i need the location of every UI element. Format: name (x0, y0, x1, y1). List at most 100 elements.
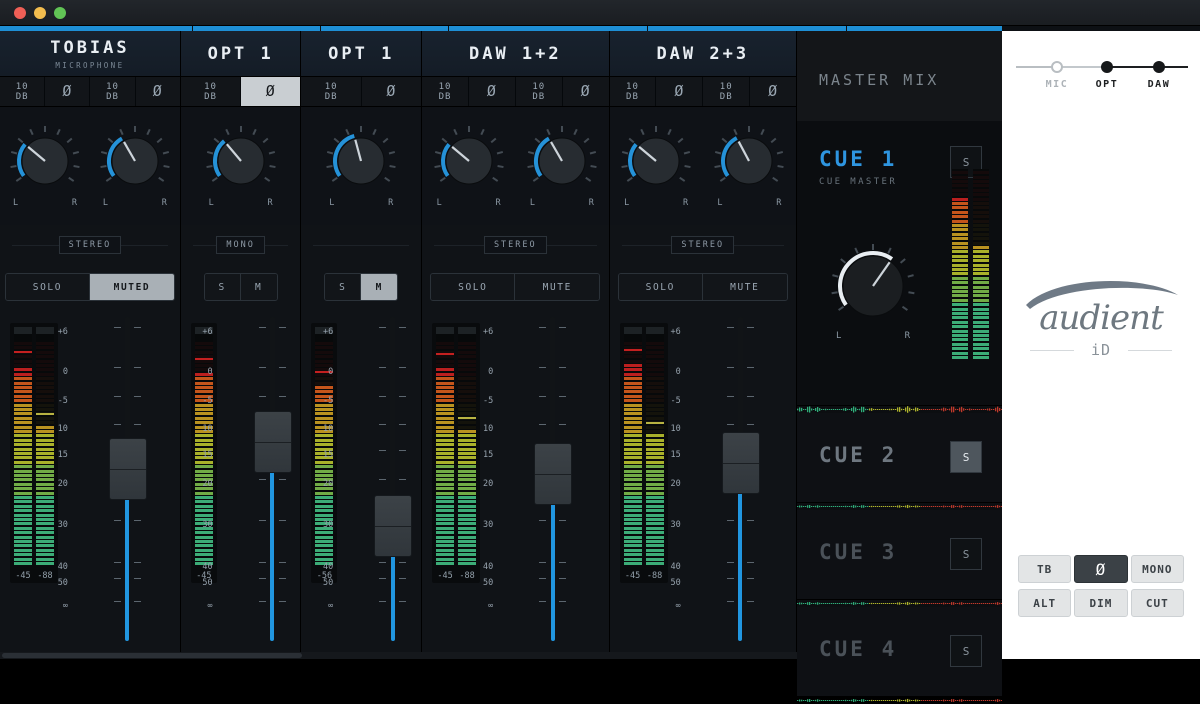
source-dot-opt[interactable] (1101, 61, 1113, 73)
channel-header: DAW 2+3 (609, 31, 796, 77)
channel-title[interactable]: TOBIAS MICROPHONE (0, 31, 180, 76)
mute-button[interactable]: M (240, 274, 277, 300)
monitor-button-tb[interactable]: TB (1018, 555, 1072, 583)
phase-invert-button[interactable]: Ø (469, 77, 516, 106)
fader-handle[interactable] (721, 432, 760, 495)
pan-knob-cell[interactable]: LR (610, 125, 703, 208)
cue-solo-button[interactable]: S (950, 538, 982, 570)
cue-solo-button[interactable]: S (950, 635, 982, 667)
channel-fader[interactable]: +6 0 -5 10 15 20 30 40 50 ∞ (58, 317, 158, 641)
source-label-daw[interactable]: DAW (1148, 79, 1171, 90)
monitor-button-phase[interactable]: Ø (1074, 555, 1128, 583)
monitor-button-cut[interactable]: CUT (1130, 589, 1184, 617)
source-dot-mic[interactable] (1051, 61, 1063, 73)
gain-button[interactable]: 10 DB (181, 77, 242, 106)
mute-button[interactable]: MUTE (702, 274, 787, 300)
channel-title[interactable]: OPT 1 (301, 31, 421, 76)
link-mode-button[interactable]: MONO (216, 236, 265, 254)
pan-knob-cell[interactable]: LR (90, 125, 180, 208)
source-dot-daw[interactable] (1153, 61, 1165, 73)
channel-fader[interactable]: +6 0 -5 10 15 20 30 40 50 ∞ (202, 317, 303, 641)
phase-invert-button[interactable]: Ø (241, 77, 301, 106)
monitor-button-alt[interactable]: ALT (1018, 589, 1072, 617)
minimize-icon[interactable] (34, 7, 46, 19)
channel-fader[interactable]: +6 0 -5 10 15 20 30 40 50 ∞ (323, 317, 423, 641)
pan-knob[interactable] (99, 125, 171, 197)
window-controls[interactable] (14, 7, 66, 19)
meters-faders-row: -45 -88 +6 0 -5 10 15 20 30 40 50 ∞ (610, 309, 796, 659)
cue-row-2[interactable]: CUE 2 S (797, 413, 1002, 503)
channel-fader[interactable]: +6 0 -5 10 15 20 30 40 50 ∞ (483, 317, 583, 641)
cue-row-4[interactable]: CUE 4 S (797, 607, 1002, 697)
fader-handle[interactable] (253, 411, 292, 474)
cue-master-knob[interactable] (830, 243, 916, 329)
gain-button[interactable]: 10 DB (301, 77, 362, 106)
link-mode-button[interactable]: STEREO (671, 236, 735, 254)
pan-knob-cell[interactable]: LR (515, 125, 608, 208)
source-label-mic[interactable]: MIC (1046, 79, 1069, 90)
fader-tick-label: 20 (670, 479, 681, 489)
pan-knob-cell[interactable]: LR (0, 125, 90, 208)
phase-invert-button[interactable]: Ø (362, 77, 421, 106)
cue-row-3[interactable]: CUE 3 S (797, 510, 1002, 600)
source-selector[interactable]: MIC OPT DAW (1002, 49, 1200, 101)
phase-invert-button[interactable]: Ø (656, 77, 704, 106)
gain-button[interactable]: 10 DB (703, 77, 751, 106)
pan-knob[interactable] (9, 125, 81, 197)
gain-button[interactable]: 10 DB (422, 77, 469, 106)
close-icon[interactable] (14, 7, 26, 19)
phase-invert-button[interactable]: Ø (136, 77, 180, 106)
mute-button[interactable]: MUTE (515, 274, 600, 300)
gain-button[interactable]: 10 DB (516, 77, 563, 106)
pan-knob[interactable] (526, 125, 598, 197)
cue-row-1[interactable]: CUE 1 CUE MASTER S L R (797, 121, 1002, 406)
solo-button[interactable]: S (325, 274, 362, 300)
fader-tick-label: 40 (202, 561, 213, 572)
pan-knob[interactable] (205, 125, 277, 197)
pan-knob[interactable] (713, 125, 785, 197)
channel-title[interactable]: DAW 1+2 (422, 31, 608, 76)
cue-solo-button[interactable]: S (950, 441, 982, 473)
zoom-icon[interactable] (54, 7, 66, 19)
channel-title[interactable]: DAW 2+3 (610, 31, 796, 76)
mute-button[interactable]: M (361, 274, 398, 300)
pan-lr-labels: LR (102, 197, 167, 208)
solo-button[interactable]: SOLO (618, 274, 703, 300)
mute-button[interactable]: MUTED (89, 274, 174, 300)
pan-knob-cell[interactable]: LR (703, 125, 796, 208)
gain-button[interactable]: 10 DB (0, 77, 46, 106)
fader-handle[interactable] (374, 495, 413, 558)
horizontal-scrollbar[interactable] (0, 652, 797, 659)
source-label-opt[interactable]: OPT (1096, 79, 1119, 90)
pan-knob-cell[interactable]: LR (181, 125, 301, 208)
gain-button[interactable]: 10 DB (610, 77, 657, 106)
pan-knob-cell[interactable]: LR (422, 125, 515, 208)
fader-tick-label: 40 (670, 561, 681, 572)
pan-knob[interactable] (325, 125, 397, 197)
monitor-button-mono[interactable]: MONO (1130, 555, 1184, 583)
fader-handle[interactable] (534, 442, 573, 505)
solo-button[interactable]: S (204, 274, 241, 300)
solo-button[interactable]: SOLO (431, 274, 516, 300)
link-mode-button[interactable]: STEREO (58, 236, 122, 254)
monitor-button-dim[interactable]: DIM (1074, 589, 1128, 617)
pan-knob-cell[interactable]: LR (301, 125, 421, 208)
scrollbar-thumb[interactable] (2, 653, 302, 658)
phase-invert-button[interactable]: Ø (45, 77, 91, 106)
link-row (301, 225, 421, 265)
channel-strip-opt1-b: OPT 1 10 DB Ø L R S M -56 +6 0 -5 10 15 20 30 40 50 ∞ (301, 31, 423, 659)
channel-fader[interactable]: +6 0 -5 10 15 20 30 40 50 ∞ (671, 317, 771, 641)
fader-handle[interactable] (108, 437, 147, 500)
app-body: TOBIAS MICROPHONE 10 DB Ø 10 DB Ø L R L R STEREO SOLO… (0, 26, 1200, 703)
channel-title[interactable]: OPT 1 (181, 31, 301, 76)
link-mode-button[interactable]: STEREO (483, 236, 547, 254)
pan-knob[interactable] (620, 125, 692, 197)
pan-knob[interactable] (433, 125, 505, 197)
phase-invert-button[interactable]: Ø (563, 77, 609, 106)
fader-tick-label: ∞ (675, 600, 681, 611)
level-meter: -45 (436, 327, 455, 581)
phase-invert-button[interactable]: Ø (750, 77, 796, 106)
gain-button[interactable]: 10 DB (90, 77, 136, 106)
link-line (313, 245, 410, 246)
solo-button[interactable]: SOLO (5, 274, 90, 300)
